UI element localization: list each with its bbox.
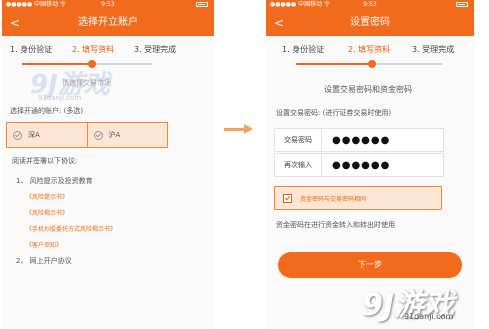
step-progress xyxy=(296,63,370,65)
back-button[interactable]: < xyxy=(10,10,20,36)
step-3-label: 3. 受理完成 xyxy=(134,45,177,54)
step-indicator: 1. 身份验证 2. 填写资料 3. 受理完成 xyxy=(266,36,474,76)
step-3-label: 3. 受理完成 xyxy=(412,45,455,54)
back-button[interactable]: < xyxy=(274,10,284,36)
ghost-text: 请选择交易市场 xyxy=(62,79,111,87)
battery-icon xyxy=(456,2,468,7)
clock: 9:53 xyxy=(101,1,115,8)
page-title: 选择开立账户 xyxy=(78,17,138,28)
doc-link-2[interactable]: 《风险揭示书》 xyxy=(26,208,68,217)
market-option-sz[interactable]: 深A xyxy=(7,123,87,147)
same-password-checkbox[interactable]: 资金密码与交易密码相同 xyxy=(274,186,442,210)
trade-password-value: ●●●●●● xyxy=(332,134,391,146)
left-screen: ●●●●● 中国移动 令 9:53 < 选择开立账户 1. 身份验证 2. 填写… xyxy=(2,0,214,329)
password-heading: 设置交易密码和资金密码 xyxy=(324,85,412,94)
checkmark-icon xyxy=(283,193,292,203)
trade-password-hint: 设置交易密码: (进行证券交易时使用) xyxy=(276,109,392,117)
section-online-agreement: 2、 网上开户协议 xyxy=(16,257,72,265)
next-button-label: 下一步 xyxy=(358,260,382,269)
page-title: 设置密码 xyxy=(350,17,390,28)
step-1-label: 1. 身份验证 xyxy=(10,45,53,54)
next-button[interactable]: 下一步 xyxy=(278,252,462,278)
battery-icon xyxy=(196,2,208,7)
market-option-sh[interactable]: 沪A xyxy=(86,123,168,147)
trade-password-label: 交易密码 xyxy=(275,129,322,151)
market-option-sz-label: 深A xyxy=(28,131,40,139)
step-1-label: 1. 身份验证 xyxy=(282,45,325,54)
doc-link-1[interactable]: 《风险提示书》 xyxy=(26,192,68,201)
fund-password-hint: 资金密码在进行资金转入和转出时使用 xyxy=(276,221,395,229)
select-account-label: 选择开通的账户: (多选) xyxy=(10,107,84,115)
protocol-intro: 阅读并签署以下协议: xyxy=(12,157,78,165)
same-password-label: 资金密码与交易密码相同 xyxy=(300,195,367,203)
watermark-url: 91danji.com xyxy=(404,312,454,321)
market-selector: 深A 沪A xyxy=(6,122,168,148)
doc-link-3[interactable]: 《手机炒股委托方式风险揭示书》 xyxy=(26,224,116,233)
clock: 9:53 xyxy=(363,1,377,8)
trade-password-field[interactable]: 交易密码 ●●●●●● xyxy=(274,128,444,152)
current-step-dot xyxy=(368,60,376,68)
nav-bar: < 设置密码 xyxy=(266,10,474,36)
nav-bar: < 选择开立账户 xyxy=(2,10,214,36)
market-option-sh-label: 沪A xyxy=(108,131,121,139)
right-arrow-icon xyxy=(224,128,246,131)
step-2-label: 2. 填写资料 xyxy=(348,45,391,54)
checkmark-icon xyxy=(13,130,22,140)
right-arrow-head-icon xyxy=(244,124,253,134)
repeat-password-value: ●●●●●● xyxy=(332,159,391,171)
step-2-label: 2. 填写资料 xyxy=(72,45,115,54)
repeat-password-label: 再次输入 xyxy=(275,154,322,176)
doc-link-4[interactable]: 《客户须知》 xyxy=(26,240,62,249)
status-bar: ●●●●● 中国移动 令 9:53 xyxy=(2,0,214,10)
watermark-url: 91danji.com xyxy=(38,94,82,102)
status-bar: ●●●●● 中国移动 令 9:53 xyxy=(266,0,474,10)
checkmark-icon xyxy=(93,130,103,140)
repeat-password-field[interactable]: 再次输入 ●●●●●● xyxy=(274,153,444,177)
section-risk-education: 1、 风险提示及投资教育 xyxy=(16,177,93,185)
